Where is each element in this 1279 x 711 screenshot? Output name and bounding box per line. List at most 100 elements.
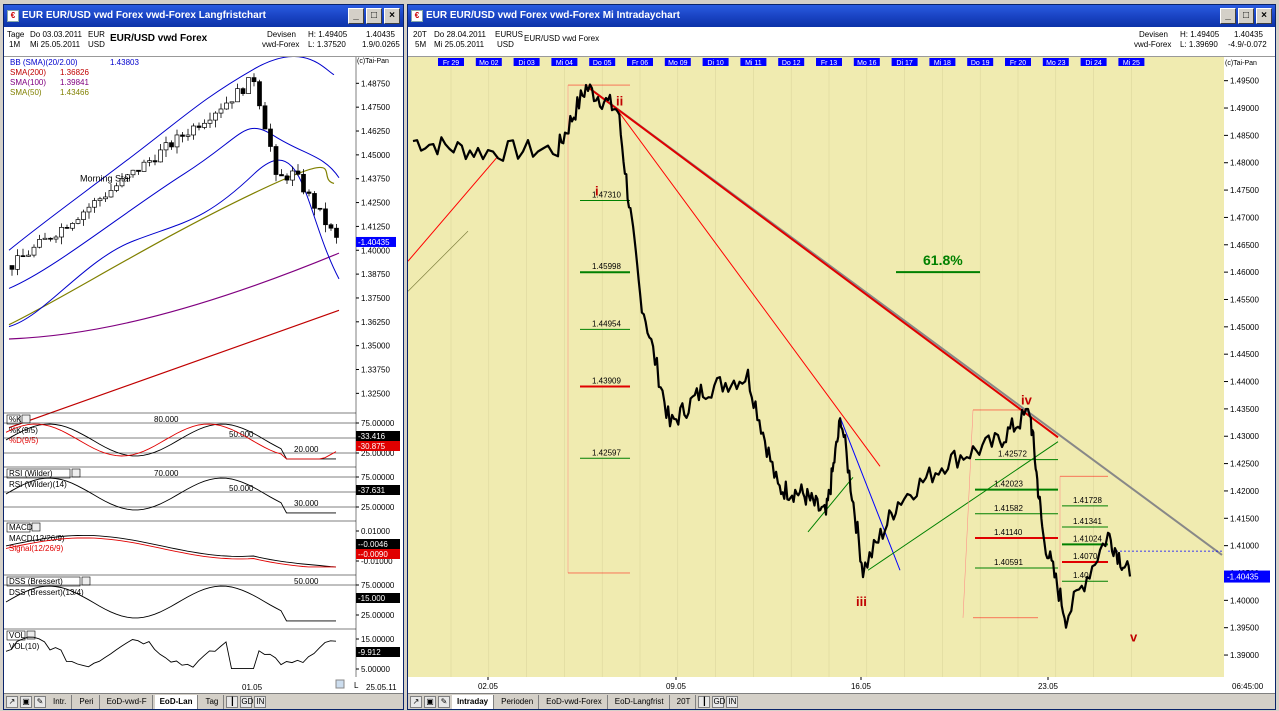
fib3-label: 1.41024	[1073, 534, 1102, 543]
arrow-icon[interactable]: ↗	[410, 695, 422, 708]
ytick-label: 1.42500	[1230, 460, 1259, 469]
fib1-label: 1.42597	[592, 448, 621, 457]
tab-intraday[interactable]: Intr.	[48, 694, 73, 709]
candle-body	[180, 134, 185, 137]
wave-label-i: i	[595, 184, 599, 199]
day-label: Do 19	[971, 60, 990, 67]
candle-body	[158, 149, 163, 163]
instrument-name: EUR/USD vwd Forex	[110, 33, 208, 44]
candles-icon[interactable]: ┃	[226, 695, 239, 708]
day-label: Fr 06	[632, 60, 648, 67]
panel-value-tag: -9.912	[358, 648, 381, 657]
ytick-label: 1.37500	[361, 294, 390, 303]
tab-eod-langfrist[interactable]: EoD-Langfrist	[610, 694, 670, 709]
candle-body	[207, 119, 213, 124]
gd-button[interactable]: GD	[240, 695, 253, 708]
day-label: Fr 29	[443, 60, 459, 67]
candle-body	[284, 175, 290, 181]
xtick-label: 23.05	[1038, 682, 1059, 691]
candle-body	[251, 77, 257, 83]
fib2-label: 1.41140	[994, 528, 1023, 537]
app-icon: €	[411, 10, 423, 22]
save-icon[interactable]: ▣	[424, 695, 436, 708]
day-label: Mo 02	[479, 60, 499, 67]
in-button[interactable]: IN	[726, 695, 739, 708]
candles-icon[interactable]: ┃	[698, 695, 711, 708]
longterm-chart-window: € EUR EUR/USD vwd Forex vwd-Forex Langfr…	[3, 4, 404, 710]
close-button[interactable]: ×	[1256, 8, 1272, 24]
candle-body	[15, 255, 20, 270]
panel-line-label: Signal(12/26/9)	[9, 544, 64, 553]
candle-body	[130, 169, 136, 176]
panel-expand-icon	[81, 576, 91, 586]
panel-line-label: DSS (Bressert)(13/4)	[9, 588, 84, 597]
candle-body	[114, 185, 119, 191]
day-label: Mo 16	[857, 60, 877, 67]
window-title-bar[interactable]: € EUR EUR/USD vwd Forex vwd-Forex Mi Int…	[408, 5, 1275, 27]
in-button[interactable]: IN	[254, 695, 267, 708]
currency-2: USD	[88, 40, 105, 49]
last-price: 1.40435	[366, 30, 395, 39]
xtick-label: 09.05	[666, 682, 687, 691]
candle-body	[70, 223, 75, 229]
ytick-label: 1.44500	[1230, 350, 1259, 359]
longterm-chart-svg: 1.48750 1.47500 1.46250 1.45000 1.43750 1.425…	[4, 57, 403, 695]
tab-perioden[interactable]: Perioden	[496, 694, 540, 709]
candle-body	[262, 105, 268, 130]
panel-expand-icon	[26, 630, 36, 640]
period-select[interactable]: 20T	[672, 694, 697, 709]
tab-eod-vwd[interactable]: EoD-vwd-Forex	[541, 694, 608, 709]
close-button[interactable]: ×	[384, 8, 400, 24]
date-from: Do 03.03.2011	[30, 30, 82, 39]
maximize-button[interactable]: □	[1238, 8, 1254, 24]
minimize-button[interactable]: _	[348, 8, 364, 24]
candle-body	[97, 198, 103, 201]
tab-eod-vwd[interactable]: EoD-vwd-F	[102, 694, 153, 709]
candle-body	[317, 207, 323, 210]
ytick-label: 1.40000	[361, 246, 390, 255]
save-icon[interactable]: ▣	[20, 695, 32, 708]
tab-perioden[interactable]: Peri	[74, 694, 100, 709]
legend-value: 1.43466	[60, 88, 89, 97]
window-title-bar[interactable]: € EUR EUR/USD vwd Forex vwd-Forex Langfr…	[4, 5, 403, 27]
panel-tick-label: 75.00000	[361, 581, 395, 590]
fib1-label: 1.43909	[592, 377, 621, 386]
ytick-label: 1.41500	[1230, 514, 1259, 523]
panel-value-tag: -33.416	[358, 432, 386, 441]
minimize-button[interactable]: _	[1220, 8, 1236, 24]
ytick-label: 1.49500	[1230, 77, 1259, 86]
right-tab-bar: ↗ ▣ ✎ Intraday Perioden EoD-vwd-Forex Eo…	[408, 693, 1275, 709]
pen-icon[interactable]: ✎	[438, 695, 450, 708]
gd-button[interactable]: GD	[712, 695, 725, 708]
instrument-name: EUR/USD vwd Forex	[524, 34, 600, 43]
candle-body	[301, 173, 306, 193]
panel-value-tag: -37.631	[358, 486, 386, 495]
arrow-icon[interactable]: ↗	[6, 695, 18, 708]
day-label: Fr 20	[1010, 60, 1026, 67]
fib3-label: 1.41728	[1073, 496, 1102, 505]
ytick-label: 1.41250	[361, 222, 390, 231]
maximize-button[interactable]: □	[366, 8, 382, 24]
candle-body	[9, 265, 15, 270]
panel-level-label: 30.000	[294, 499, 319, 508]
tab-eod-langfrist[interactable]: EoD-Lan	[154, 694, 199, 709]
ytick-label: 1.46500	[1230, 241, 1259, 250]
legend-label: SMA(100)	[10, 78, 46, 87]
day-label: Fr 13	[821, 60, 837, 67]
time-label: 06:45:00	[1232, 682, 1264, 691]
wave-label-iv: iv	[1021, 393, 1033, 408]
pen-icon[interactable]: ✎	[34, 695, 46, 708]
date-to: Mi 25.05.2011	[434, 40, 485, 49]
legend-value: 1.43803	[110, 58, 139, 67]
tab-intraday[interactable]: Intraday	[452, 694, 495, 709]
candle-body	[31, 246, 37, 256]
intraday-plot-area[interactable]: Fr 29 Mo 02 Di 03 Mi 04 Do 05 Fr 06 Mo 09 Di 10…	[408, 57, 1275, 695]
period-select[interactable]: Tag	[200, 694, 225, 709]
ytick-label: 1.46000	[1230, 268, 1259, 277]
panel-value-tag: -15.000	[358, 594, 386, 603]
xtick-label: 02.05	[478, 682, 499, 691]
source: vwd-Forex	[262, 40, 300, 49]
longterm-plot-area[interactable]: 1.48750 1.47500 1.46250 1.45000 1.43750 1.425…	[4, 57, 403, 695]
exchange: Devisen	[1139, 30, 1168, 39]
intraday-chart-svg: Fr 29 Mo 02 Di 03 Mi 04 Do 05 Fr 06 Mo 09 Di 10…	[408, 57, 1275, 695]
